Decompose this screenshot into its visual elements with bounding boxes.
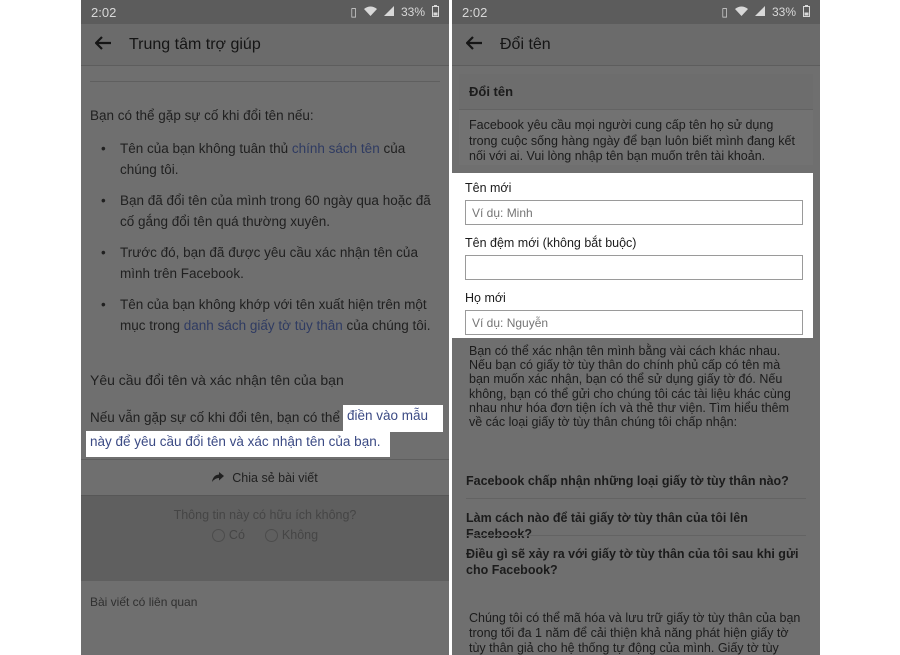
list-item: Trước đó, bạn đã được yêu cầu xác nhận t… (90, 242, 440, 284)
first-name-input[interactable] (465, 200, 803, 225)
page-title: Đổi tên (500, 35, 551, 53)
signal-icon (754, 5, 765, 19)
faq-link[interactable]: Làm cách nào để tải giấy tờ tùy thân của… (466, 510, 806, 542)
name-form: Tên mới Tên đệm mới (không bắt buộc) Họ … (452, 173, 813, 338)
feedback-question: Thông tin này có hữu ích không? (173, 508, 357, 522)
intro-text: Facebook yêu cầu mọi người cung cấp tên … (469, 118, 795, 163)
change-name-screen: 2:02 ▯ 33% Đổi tên Đổi tên Facebook yêu … (452, 0, 820, 655)
change-name-card: Đổi tên Facebook yêu cầu mọi người cung … (459, 74, 813, 165)
wifi-icon (363, 5, 377, 19)
status-time: 2:02 (91, 4, 117, 20)
name-policy-link[interactable]: chính sách tên (292, 141, 380, 156)
list-item: Bạn đã đổi tên của mình trong 60 ngày qu… (90, 190, 440, 232)
app-bar: Trung tâm trợ giúp (81, 24, 449, 66)
id-list-link[interactable]: danh sách giấy tờ tùy thân (184, 318, 343, 333)
radio-circle-icon (264, 528, 278, 542)
battery-icon (432, 4, 439, 20)
status-icons: ▯ 33% (350, 4, 439, 20)
share-arrow-icon (212, 471, 225, 485)
status-bar: 2:02 ▯ 33% (81, 0, 449, 24)
form-link[interactable]: điền vào mẫu (347, 408, 428, 423)
last-name-label: Họ mới (465, 291, 506, 305)
change-name-content: Đổi tên Facebook yêu cầu mọi người cung … (452, 66, 820, 655)
share-article-button[interactable]: Chia sẻ bài viết (81, 459, 449, 495)
faq-link[interactable]: Điều gì sẽ xảy ra với giấy tờ tùy thân c… (466, 546, 806, 578)
help-center-screen: 2:02 ▯ 33% Trung tâm trợ giúp Bạn có thể… (81, 0, 449, 655)
article-content: Bạn có thể gặp sự cố khi đổi tên nếu: Tê… (81, 66, 449, 655)
related-articles-heading: Bài viết có liên quan (90, 595, 198, 609)
wifi-icon (734, 5, 748, 19)
radio-no[interactable]: Không (264, 528, 318, 542)
radio-yes[interactable]: Có (211, 528, 245, 542)
radio-circle-icon (211, 528, 225, 542)
status-icons: ▯ 33% (721, 4, 810, 20)
battery-percent: 33% (771, 5, 796, 19)
app-bar: Đổi tên (452, 24, 820, 66)
faq-link[interactable]: Facebook chấp nhận những loại giấy tờ tù… (466, 473, 806, 489)
battery-icon (803, 4, 810, 20)
trouble-heading: Bạn có thể gặp sự cố khi đổi tên nếu: (90, 108, 314, 123)
divider (466, 535, 806, 536)
section-title: Yêu cầu đổi tên và xác nhận tên của bạn (90, 372, 344, 388)
storage-notice-text: Chúng tôi có thể mã hóa và lưu trữ giấy … (469, 611, 801, 655)
list-item: Tên của bạn không tuân thủ chính sách tê… (90, 138, 440, 180)
list-item: Tên của bạn không khớp với tên xuất hiện… (90, 294, 440, 336)
section-title: Đổi tên (459, 74, 813, 110)
clipped-previous-text (90, 66, 440, 82)
paragraph-text: Nếu vẫn gặp sự cố khi đổi tên, bạn có th… (90, 410, 340, 425)
form-link-continued[interactable]: này để yêu cầu đổi tên và xác nhận tên c… (90, 434, 380, 449)
middle-name-label: Tên đệm mới (không bắt buộc) (465, 236, 637, 250)
request-paragraph: Nếu vẫn gặp sự cố khi đổi tên, bạn có th… (81, 405, 449, 459)
feedback-section: Thông tin này có hữu ích không? Có Không (81, 495, 449, 581)
back-arrow-icon[interactable] (94, 34, 117, 56)
share-label: Chia sẻ bài viết (232, 470, 318, 485)
first-name-label: Tên mới (465, 181, 512, 195)
status-time: 2:02 (462, 4, 488, 20)
page-title: Trung tâm trợ giúp (129, 35, 261, 53)
back-arrow-icon[interactable] (465, 34, 488, 56)
middle-name-input[interactable] (465, 255, 803, 280)
status-bar: 2:02 ▯ 33% (452, 0, 820, 24)
vibrate-icon: ▯ (350, 5, 357, 19)
vibrate-icon: ▯ (721, 5, 728, 19)
battery-percent: 33% (400, 5, 425, 19)
trouble-list: Tên của bạn không tuân thủ chính sách tê… (81, 138, 449, 336)
signal-icon (383, 5, 394, 19)
feedback-options: Có Không (81, 528, 449, 542)
verification-text: Bạn có thể xác nhận tên mình bằng vài cá… (469, 344, 791, 430)
last-name-input[interactable] (465, 310, 803, 335)
divider (466, 498, 806, 499)
